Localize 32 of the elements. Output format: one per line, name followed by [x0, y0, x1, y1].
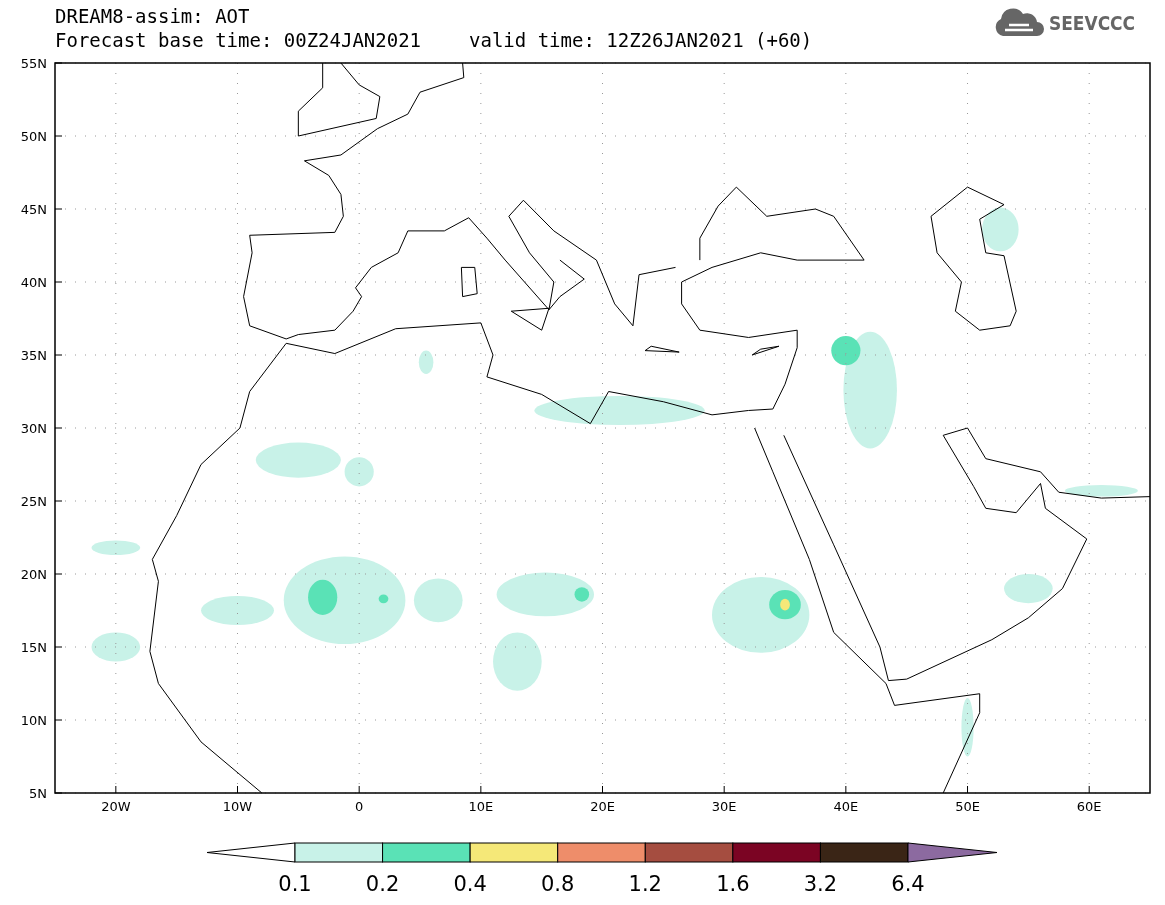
latitude-label: 45N — [20, 202, 47, 217]
longitude-label: 40E — [833, 799, 859, 814]
chart-title: DREAM8-assim: AOT — [55, 4, 251, 28]
longitude-label: 30E — [711, 799, 737, 814]
latitude-label: 15N — [20, 640, 47, 655]
longitude-label: 20W — [101, 799, 131, 814]
latitude-label: 35N — [20, 348, 47, 363]
latitude-label: 5N — [29, 786, 47, 801]
longitude-label: 10W — [222, 799, 253, 814]
colorbar-label: 0.1 — [278, 872, 312, 896]
colorbar-label: 6.4 — [891, 872, 925, 896]
latitude-label: 30N — [20, 421, 47, 436]
latitude-label: 40N — [20, 275, 47, 290]
longitude-label: 20E — [590, 799, 615, 814]
logo-text: SEEVCCC — [1048, 11, 1135, 35]
colorbar-label: 0.2 — [365, 872, 400, 896]
longitude-label: 0 — [355, 799, 364, 814]
latitude-label: 55N — [20, 56, 47, 71]
colorbar-label: 1.6 — [716, 872, 750, 896]
latitude-label: 10N — [20, 713, 47, 728]
colorbar-label: 0.4 — [453, 872, 487, 896]
longitude-label: 50E — [955, 799, 980, 814]
colorbar-label: 0.8 — [541, 872, 575, 896]
longitude-label: 60E — [1076, 799, 1102, 814]
colorbar-label: 1.2 — [628, 872, 662, 896]
latitude-label: 25N — [20, 494, 47, 509]
latitude-label: 50N — [20, 129, 47, 144]
latitude-label: 20N — [20, 567, 47, 582]
valid-time-text: valid time: 12Z26JAN2021 (+60) — [469, 28, 813, 52]
colorbar-label: 3.2 — [803, 872, 838, 896]
longitude-label: 10E — [468, 799, 494, 814]
base-time-text: Forecast base time: 00Z24JAN2021 — [55, 28, 422, 52]
